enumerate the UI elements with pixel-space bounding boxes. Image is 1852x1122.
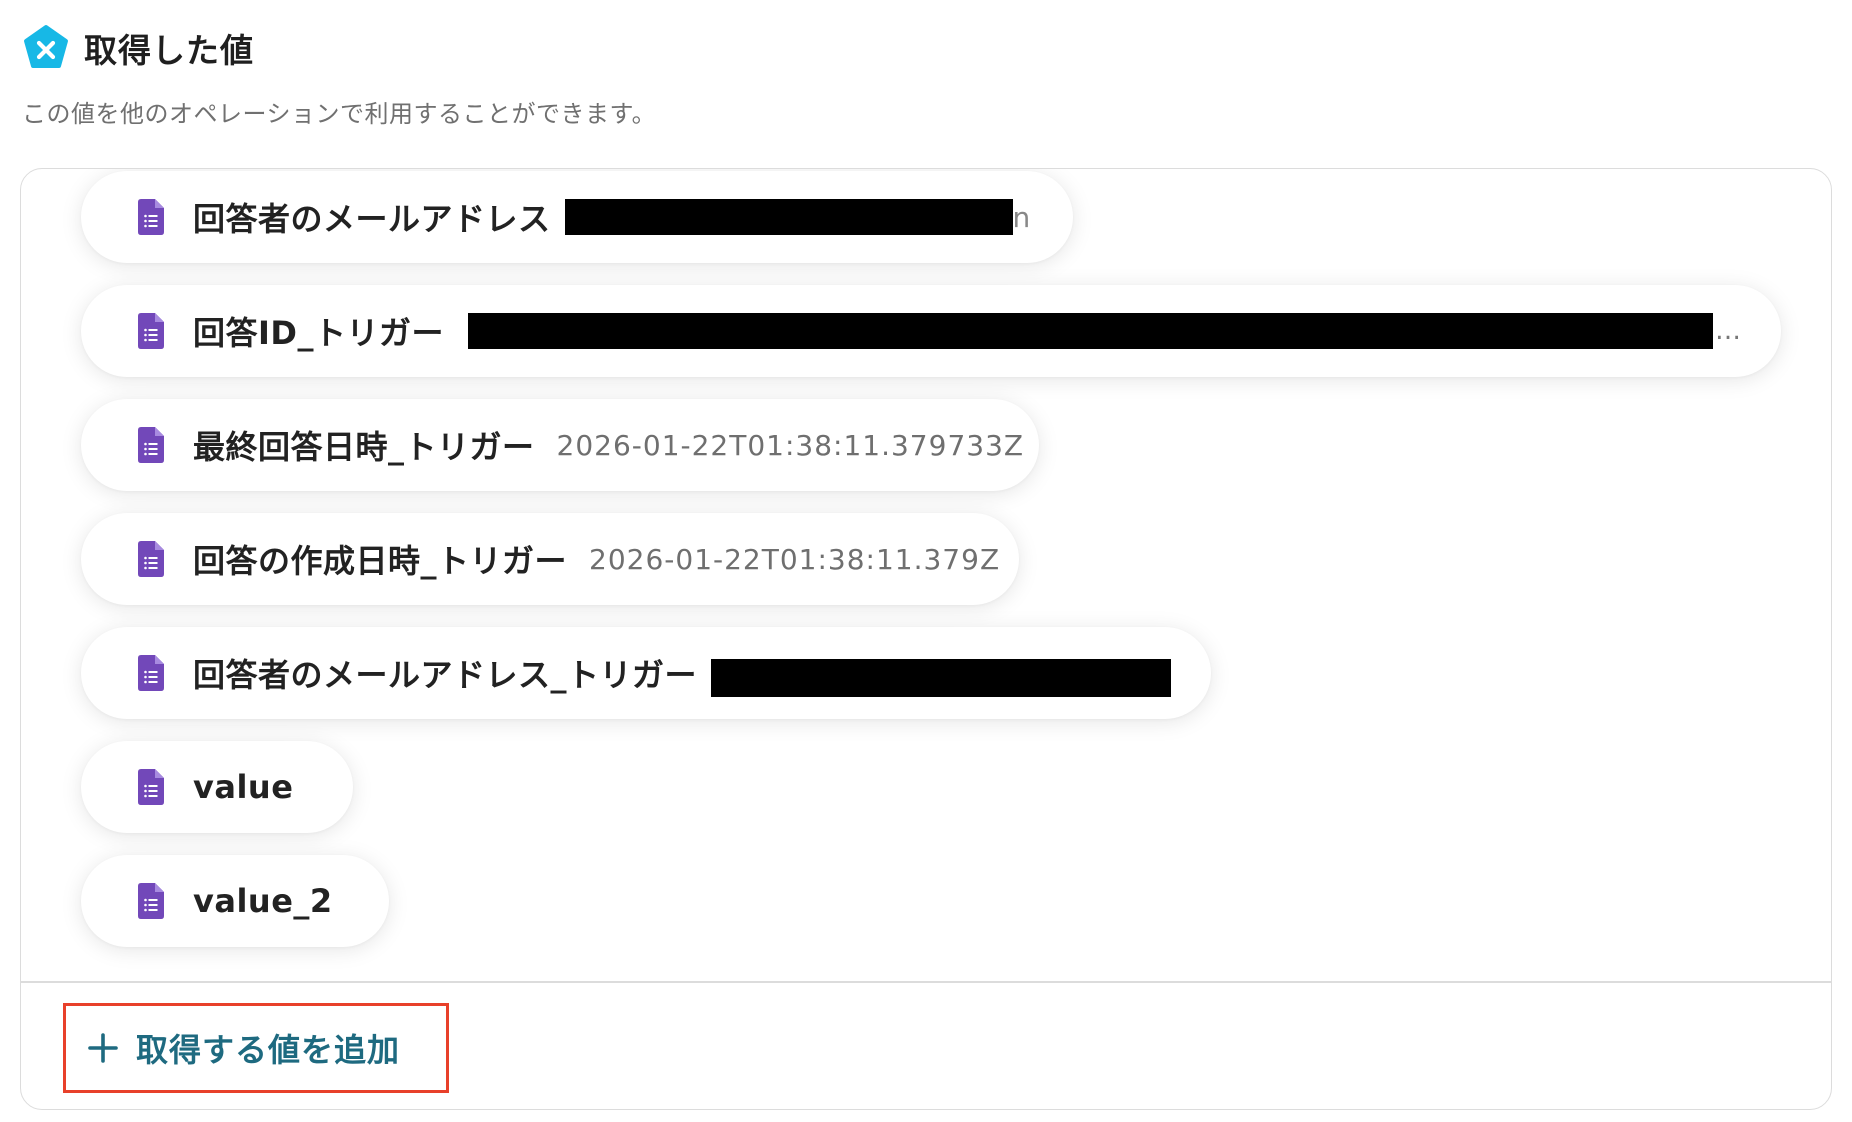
google-forms-doc-icon [138, 541, 164, 577]
value-label: 回答ID_トリガー [193, 314, 444, 352]
redacted-value [711, 659, 1171, 697]
value-label: 最終回答日時_トリガー [193, 428, 535, 466]
google-forms-doc-icon [138, 427, 164, 463]
acquired-values-panel: 回答者のメールアドレス n 回答ID_トリガー … 最終回答日時_トリガー 20… [20, 168, 1832, 1110]
value-label: value [193, 768, 294, 806]
google-forms-doc-icon [138, 655, 164, 691]
add-value-label: 取得する値を追加 [136, 1031, 401, 1069]
google-forms-doc-icon [138, 199, 164, 235]
add-value-button[interactable]: 取得する値を追加 [63, 1003, 449, 1093]
value-label: 回答者のメールアドレス [193, 200, 551, 238]
google-forms-doc-icon [138, 883, 164, 919]
value-sample: 2026-01-22T01:38:11.379Z [589, 542, 1001, 576]
value-sample: 2026-01-22T01:38:11.379733Z [556, 428, 1025, 462]
value-pill-last-response-time[interactable]: 最終回答日時_トリガー 2026-01-22T01:38:11.379733Z [81, 399, 1039, 491]
value-label: 回答者のメールアドレス_トリガー [193, 656, 698, 694]
value-pill-value[interactable]: value [81, 741, 353, 833]
section-title: 取得した値 [84, 31, 254, 70]
value-pill-value-2[interactable]: value_2 [81, 855, 389, 947]
value-pill-respondent-email-trigger[interactable]: 回答者のメールアドレス_トリガー [81, 627, 1211, 719]
value-ellipsis: … [1715, 316, 1741, 346]
redacted-value [564, 199, 1013, 235]
value-pill-response-id[interactable]: 回答ID_トリガー … [81, 285, 1781, 377]
value-pill-response-created-time[interactable]: 回答の作成日時_トリガー 2026-01-22T01:38:11.379Z [81, 513, 1019, 605]
redacted-value [467, 313, 1713, 349]
section-header: 取得した値 [22, 20, 254, 76]
yoom-x-pentagon-icon [24, 25, 68, 68]
google-forms-doc-icon [138, 313, 164, 349]
acquired-values-list: 回答者のメールアドレス n 回答ID_トリガー … 最終回答日時_トリガー 20… [21, 169, 1831, 981]
section-description: この値を他のオペレーションで利用することができます。 [22, 100, 657, 128]
value-trailing-char: n [1012, 200, 1031, 234]
value-label: value_2 [193, 882, 333, 920]
value-pill-respondent-email[interactable]: 回答者のメールアドレス n [81, 171, 1073, 263]
value-label: 回答の作成日時_トリガー [193, 542, 568, 580]
plus-icon [88, 1033, 118, 1063]
panel-divider [21, 981, 1831, 983]
google-forms-doc-icon [138, 769, 164, 805]
